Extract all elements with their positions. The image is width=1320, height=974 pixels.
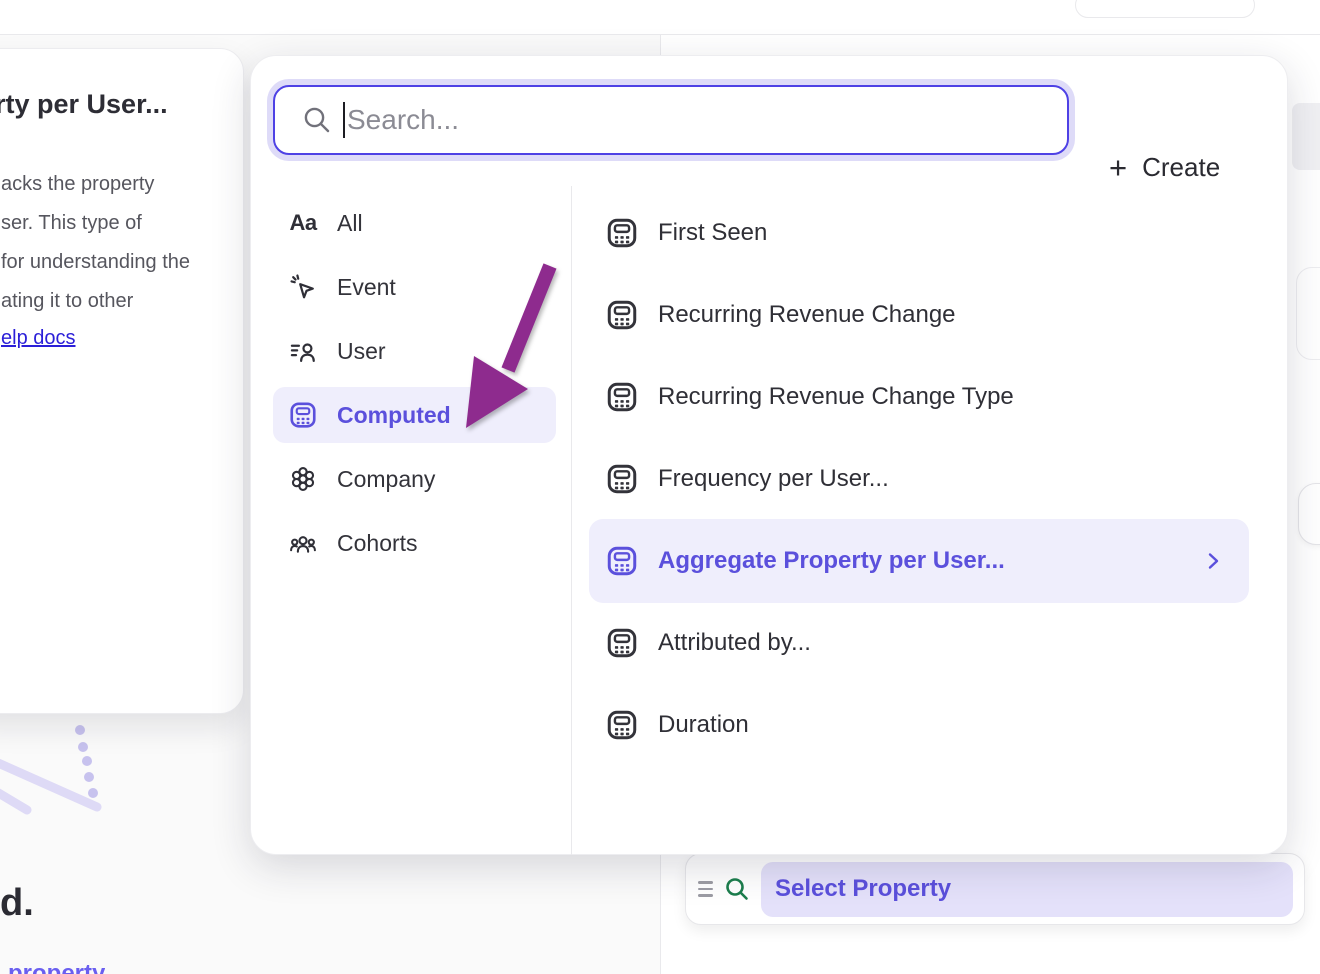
calculator-icon [605, 708, 639, 742]
category-all[interactable]: Aa All [273, 195, 556, 251]
search-input[interactable] [347, 104, 947, 136]
background-card-partial [1296, 267, 1320, 360]
search-field[interactable] [273, 85, 1069, 155]
property-row-recurring-revenue-change[interactable]: Recurring Revenue Change [589, 285, 1249, 345]
property-row-recurring-revenue-change-type[interactable]: Recurring Revenue Change Type [589, 367, 1249, 427]
search-icon [301, 104, 333, 136]
cohorts-people-icon [287, 527, 319, 559]
background-pill-partial [1298, 483, 1320, 545]
property-row-frequency-per-user[interactable]: Frequency per User... [589, 449, 1249, 509]
property-label: Duration [658, 711, 749, 739]
tooltip-title: rty per User... [0, 89, 168, 120]
calculator-icon [605, 380, 639, 414]
drag-handle-icon[interactable] [698, 881, 714, 896]
property-label: Recurring Revenue Change [658, 301, 956, 329]
category-label: User [337, 338, 386, 365]
category-label: Cohorts [337, 530, 418, 557]
property-selector-modal: + Create Aa All Event [250, 55, 1288, 855]
calculator-icon [605, 298, 639, 332]
category-computed[interactable]: Computed [273, 387, 556, 443]
tooltip-body-line: acks the property [1, 173, 154, 196]
calculator-icon [605, 216, 639, 250]
property-label: Frequency per User... [658, 465, 889, 493]
property-label: Recurring Revenue Change Type [658, 383, 1014, 411]
text-cursor [343, 102, 345, 138]
calculator-icon [605, 626, 639, 660]
category-label: Computed [337, 402, 451, 429]
create-button[interactable]: + Create [1109, 152, 1220, 183]
calculator-icon [605, 462, 639, 496]
plus-icon: + [1109, 152, 1127, 183]
property-filter-card: Select Property [685, 853, 1305, 925]
property-label: Attributed by... [658, 629, 811, 657]
category-cohorts[interactable]: Cohorts [273, 515, 556, 571]
calculator-icon [605, 544, 639, 578]
aa-text-icon: Aa [287, 207, 319, 239]
category-label: Event [337, 274, 396, 301]
category-event[interactable]: Event [273, 259, 556, 315]
tooltip-body-line: ating it to other [1, 290, 133, 313]
property-row-duration[interactable]: Duration [589, 695, 1249, 755]
green-search-icon [723, 875, 751, 903]
background-tab-partial [1292, 103, 1320, 170]
category-user[interactable]: User [273, 323, 556, 379]
event-cursor-icon [287, 271, 319, 303]
help-docs-link[interactable]: elp docs [1, 327, 76, 350]
tooltip-body-line: ser. This type of [1, 212, 142, 235]
select-property-label: Select Property [775, 875, 951, 903]
category-company[interactable]: Company [273, 451, 556, 507]
select-property-button[interactable]: Select Property [761, 862, 1293, 917]
search-focus-ring [267, 79, 1075, 161]
property-tooltip-card: rty per User... acks the property ser. T… [0, 48, 244, 714]
category-label: All [337, 210, 363, 237]
company-cluster-icon [287, 463, 319, 495]
user-list-icon [287, 335, 319, 367]
property-row-attributed-by[interactable]: Attributed by... [589, 613, 1249, 673]
category-label: Company [337, 466, 435, 493]
modal-column-divider [571, 186, 572, 855]
calculator-icon [287, 399, 319, 431]
create-button-label: Create [1142, 152, 1220, 183]
bottom-link-fragment[interactable]: property [8, 960, 105, 974]
property-label: Aggregate Property per User... [658, 547, 1005, 575]
property-row-aggregate-property-per-user[interactable]: Aggregate Property per User... [589, 519, 1249, 603]
page-heading-fragment: d. [0, 882, 34, 925]
tooltip-body-line: for understanding the [1, 251, 190, 274]
property-row-first-seen[interactable]: First Seen [589, 203, 1249, 263]
top-toolbar-button-partial[interactable] [1075, 0, 1255, 18]
chevron-right-icon [1201, 549, 1225, 573]
property-label: First Seen [658, 219, 767, 247]
